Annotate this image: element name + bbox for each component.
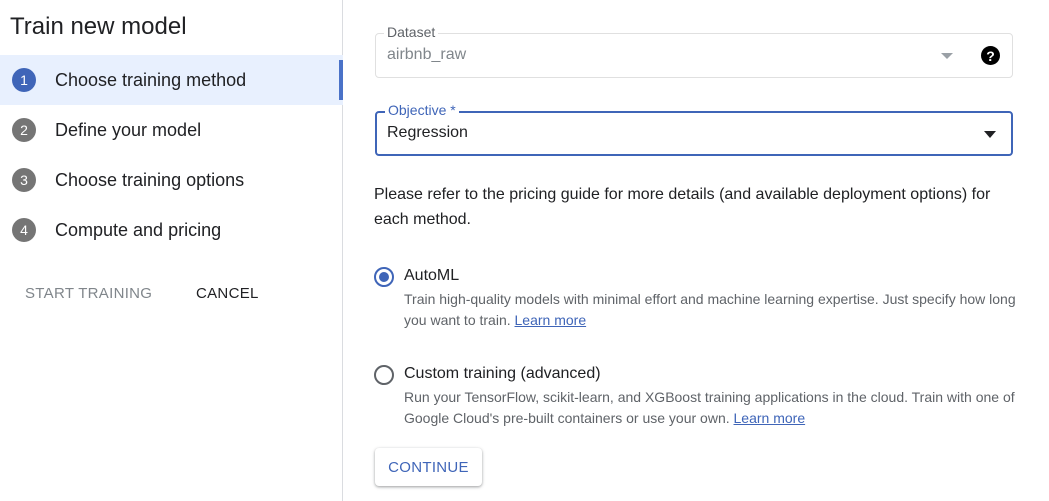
step-compute-and-pricing[interactable]: 4 Compute and pricing [0, 205, 343, 255]
dropdown-arrow-icon[interactable] [984, 131, 996, 138]
option-title: AutoML [404, 267, 460, 284]
step-number: 3 [12, 168, 36, 192]
dataset-value: airbnb_raw [387, 46, 467, 63]
option-description: Train high-quality models with minimal e… [404, 289, 1034, 331]
step-label: Choose training method [55, 69, 247, 90]
dropdown-arrow-icon [941, 53, 953, 59]
automl-radio[interactable] [374, 267, 394, 287]
objective-label: Objective * [385, 102, 459, 118]
stepper-panel: Train new model 1 Choose training method… [0, 0, 343, 501]
learn-more-link[interactable]: Learn more [515, 312, 587, 328]
option-description-text: Run your TensorFlow, scikit-learn, and X… [404, 389, 1015, 426]
objective-select[interactable]: Objective * Regression [375, 102, 1013, 156]
page-title: Train new model [10, 13, 187, 40]
step-label: Compute and pricing [55, 219, 222, 240]
step-number: 1 [12, 68, 36, 92]
help-icon[interactable]: ? [981, 46, 1000, 65]
step-label: Define your model [55, 119, 202, 140]
option-title: Custom training (advanced) [404, 365, 601, 382]
start-training-button[interactable]: START TRAINING [25, 285, 152, 302]
objective-value: Regression [387, 124, 468, 141]
learn-more-link[interactable]: Learn more [734, 410, 806, 426]
dataset-select[interactable]: Dataset airbnb_raw ? [375, 24, 1013, 78]
option-description: Run your TensorFlow, scikit-learn, and X… [404, 387, 1034, 429]
step-number: 2 [12, 118, 36, 142]
step-define-your-model[interactable]: 2 Define your model [0, 105, 343, 155]
option-description-text: Train high-quality models with minimal e… [404, 291, 1016, 328]
continue-button[interactable]: CONTINUE [375, 448, 482, 486]
dataset-label: Dataset [384, 24, 439, 40]
step-choose-training-options[interactable]: 3 Choose training options [0, 155, 343, 205]
cancel-button[interactable]: CANCEL [196, 285, 259, 302]
custom-training-radio[interactable] [374, 365, 394, 385]
step-choose-training-method[interactable]: 1 Choose training method [0, 55, 343, 105]
step-label: Choose training options [55, 169, 245, 190]
pricing-info-text: Please refer to the pricing guide for mo… [374, 186, 991, 228]
step-number: 4 [12, 218, 36, 242]
